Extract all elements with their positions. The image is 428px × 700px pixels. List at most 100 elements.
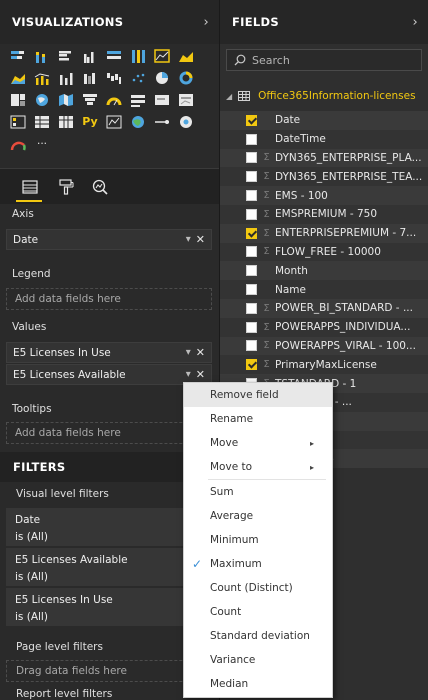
- remove-field-icon[interactable]: ✕: [196, 368, 205, 381]
- chevron-down-icon[interactable]: ▾: [186, 369, 191, 380]
- custom-visual-icon[interactable]: [177, 113, 195, 130]
- page-filters-drop-well[interactable]: Drag data fields here: [6, 660, 212, 682]
- gauge-icon[interactable]: [105, 91, 123, 108]
- field-item[interactable]: Σ EMS - 100: [220, 186, 428, 205]
- stacked-area-icon[interactable]: [9, 69, 27, 86]
- filled-map-icon[interactable]: [57, 91, 75, 108]
- field-checkbox[interactable]: [246, 133, 257, 145]
- filter-card[interactable]: E5 Licenses In Use is (All): [6, 588, 212, 626]
- pie-icon[interactable]: [153, 69, 171, 86]
- 100-column-icon[interactable]: [129, 47, 147, 64]
- values-field-name: E5 Licenses Available: [13, 368, 126, 381]
- field-item[interactable]: Σ FLOW_FREE - 10000: [220, 242, 428, 262]
- clustered-column-icon[interactable]: [81, 47, 99, 64]
- funnel-icon[interactable]: [81, 91, 99, 108]
- field-item[interactable]: Σ PrimaryMaxLicense: [220, 355, 428, 375]
- clustered-bar-icon[interactable]: [57, 47, 75, 64]
- field-checkbox[interactable]: [246, 359, 257, 371]
- table-node[interactable]: ◢ Office365Information-licenses: [226, 86, 416, 106]
- field-checkbox[interactable]: [246, 227, 257, 239]
- scatter-icon[interactable]: [129, 69, 147, 86]
- fields-tab-icon[interactable]: [18, 175, 42, 199]
- field-item[interactable]: Name: [220, 280, 428, 299]
- treemap-icon[interactable]: [9, 91, 27, 108]
- field-item[interactable]: Σ EMSPREMIUM - 750: [220, 204, 428, 224]
- field-checkbox[interactable]: [246, 265, 257, 277]
- field-item[interactable]: Date: [220, 111, 428, 130]
- matrix-icon[interactable]: [57, 113, 75, 130]
- menu-item-move-to[interactable]: Move to ▸: [184, 455, 332, 479]
- search-input[interactable]: Search: [226, 49, 422, 71]
- stacked-column-icon[interactable]: [33, 47, 51, 64]
- r-icon[interactable]: [105, 113, 123, 130]
- donut-icon[interactable]: [177, 69, 195, 86]
- menu-item-median[interactable]: Median: [184, 672, 332, 696]
- menu-item-remove-field[interactable]: Remove field: [184, 383, 332, 407]
- menu-item-standard-deviation[interactable]: Standard deviation: [184, 624, 332, 648]
- values-field[interactable]: E5 Licenses In Use ▾ ✕: [6, 342, 212, 363]
- field-checkbox[interactable]: [246, 340, 257, 352]
- line-column-icon[interactable]: [33, 69, 51, 86]
- field-item[interactable]: Σ POWERAPPS_VIRAL - 100...: [220, 336, 428, 356]
- field-checkbox[interactable]: [246, 246, 257, 258]
- more-visuals-icon[interactable]: ···: [33, 135, 51, 152]
- field-checkbox[interactable]: [246, 171, 257, 183]
- expand-icon[interactable]: ◢: [226, 92, 232, 101]
- line-chart-icon[interactable]: [153, 47, 171, 64]
- field-checkbox[interactable]: [246, 190, 257, 202]
- kpi-icon[interactable]: [177, 91, 195, 108]
- format-paint-icon[interactable]: [54, 175, 78, 199]
- filter-card[interactable]: E5 Licenses Available is (All): [6, 548, 212, 586]
- python-icon[interactable]: Py: [81, 113, 99, 130]
- arcgis-icon[interactable]: [9, 135, 27, 152]
- collapse-visualizations-icon[interactable]: ›: [204, 15, 210, 30]
- field-checkbox[interactable]: [246, 302, 257, 314]
- stacked-bar-icon[interactable]: [9, 47, 27, 64]
- field-checkbox[interactable]: [246, 321, 257, 333]
- field-item[interactable]: DateTime: [220, 129, 428, 149]
- menu-item-move[interactable]: Move ▸: [184, 431, 332, 455]
- field-item[interactable]: Σ POWERAPPS_INDIVIDUA...: [220, 317, 428, 337]
- field-item[interactable]: Σ POWER_BI_STANDARD - ...: [220, 298, 428, 318]
- menu-item-maximum[interactable]: ✓ Maximum: [184, 552, 332, 576]
- line-clustered-icon[interactable]: [57, 69, 75, 86]
- table-icon[interactable]: [33, 113, 51, 130]
- menu-item-count[interactable]: Count: [184, 600, 332, 624]
- field-item[interactable]: Month: [220, 261, 428, 281]
- menu-item-rename[interactable]: Rename: [184, 407, 332, 431]
- values-field[interactable]: E5 Licenses Available ▾ ✕: [6, 364, 212, 385]
- field-item[interactable]: Σ DYN365_ENTERPRISE_TEA...: [220, 167, 428, 187]
- remove-field-icon[interactable]: ✕: [196, 346, 205, 359]
- map-icon[interactable]: [33, 91, 51, 108]
- area-chart-icon[interactable]: [177, 47, 195, 64]
- axis-field[interactable]: Date ▾ ✕: [6, 229, 212, 250]
- menu-item-minimum[interactable]: Minimum: [184, 528, 332, 552]
- slicer-icon[interactable]: [9, 113, 27, 130]
- key-influencers-icon[interactable]: [153, 113, 171, 130]
- multirow-card-icon[interactable]: [129, 91, 147, 108]
- filter-card[interactable]: Date is (All): [6, 508, 212, 546]
- waterfall-icon[interactable]: [105, 69, 123, 86]
- menu-item-average[interactable]: Average: [184, 504, 332, 528]
- field-checkbox[interactable]: [246, 284, 257, 296]
- ribbon-icon[interactable]: [81, 69, 99, 86]
- analytics-icon[interactable]: [88, 175, 112, 199]
- tooltips-drop-well[interactable]: Add data fields here: [6, 422, 212, 444]
- 100-bar-icon[interactable]: [105, 47, 123, 64]
- chevron-down-icon[interactable]: ▾: [186, 234, 191, 245]
- field-item[interactable]: Σ DYN365_ENTERPRISE_PLA...: [220, 148, 428, 168]
- field-checkbox[interactable]: [246, 152, 257, 164]
- field-checkbox[interactable]: [246, 208, 257, 220]
- card-icon[interactable]: [153, 91, 171, 108]
- menu-item-variance[interactable]: Variance: [184, 648, 332, 672]
- remove-field-icon[interactable]: ✕: [196, 233, 205, 246]
- menu-item-sum[interactable]: Sum: [184, 480, 332, 504]
- menu-item-count-distinct[interactable]: Count (Distinct): [184, 576, 332, 600]
- legend-drop-well[interactable]: Add data fields here: [6, 288, 212, 310]
- collapse-fields-icon[interactable]: ›: [413, 15, 419, 30]
- field-item[interactable]: Σ ENTERPRISEPREMIUM - 7...: [220, 223, 428, 243]
- chevron-down-icon[interactable]: ▾: [186, 347, 191, 358]
- field-checkbox[interactable]: [246, 114, 257, 126]
- globe-icon[interactable]: [129, 113, 147, 130]
- axis-label: Axis: [12, 208, 34, 220]
